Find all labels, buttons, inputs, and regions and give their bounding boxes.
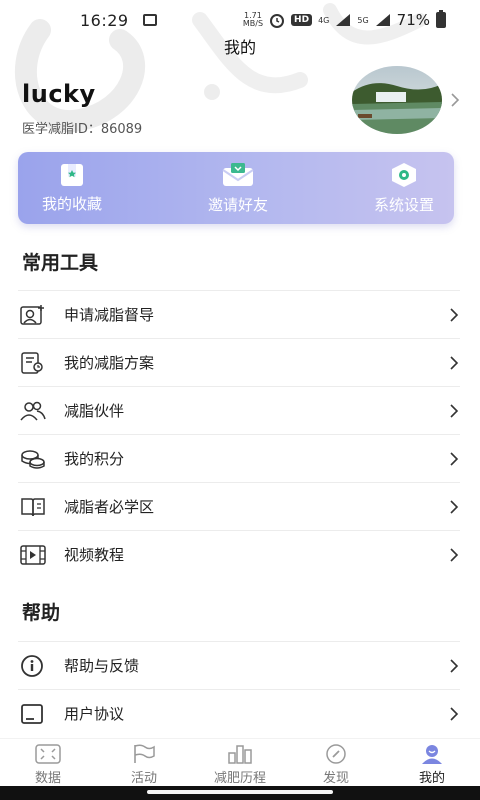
menu-item-label: 视频教程 <box>64 546 125 564</box>
signal-label-4g: 4G <box>318 15 330 25</box>
battery-icon <box>436 10 446 28</box>
network-speed-unit: MB/S <box>242 19 264 28</box>
menu-item-help-feedback[interactable]: 帮助与反馈 <box>18 641 460 689</box>
menu-item-label: 减脂者必学区 <box>64 498 155 516</box>
signal-icon-2 <box>375 14 390 26</box>
chevron-right-icon <box>450 706 459 721</box>
menu-item-label: 用户协议 <box>64 705 125 723</box>
tab-mine[interactable]: 我的 <box>384 739 480 786</box>
quick-action-label: 我的收藏 <box>42 194 103 213</box>
avatar[interactable] <box>352 66 442 134</box>
coins-icon <box>20 445 48 473</box>
menu-item-label: 我的减脂方案 <box>64 354 155 372</box>
quick-action-settings[interactable]: 系统设置 <box>374 162 434 215</box>
home-indicator[interactable] <box>147 790 333 794</box>
menu-item-points[interactable]: 我的积分 <box>18 434 460 482</box>
gallery-notification-icon <box>142 14 157 26</box>
chevron-right-icon <box>450 547 459 562</box>
chevron-right-icon <box>450 355 459 370</box>
flag-icon <box>134 744 155 763</box>
quick-action-favorites[interactable]: 我的收藏 <box>42 163 102 214</box>
menu-item-label: 减脂伙伴 <box>64 402 125 420</box>
quick-action-label: 邀请好友 <box>207 195 268 214</box>
user-icon <box>422 745 442 764</box>
network-speed: 1.71 MB/S <box>243 12 263 28</box>
bottom-tab-bar: 数据 活动 减肥历程 发现 我的 <box>0 738 480 786</box>
menu-item-fat-loss-plan[interactable]: 我的减脂方案 <box>18 338 460 386</box>
menu-item-partners[interactable]: 减脂伙伴 <box>18 386 460 434</box>
video-icon <box>20 541 48 569</box>
settings-hexagon-icon <box>391 162 416 187</box>
profile-id: 医学减脂ID：86089 <box>22 122 143 137</box>
invite-envelope-icon <box>222 162 254 186</box>
tools-menu-list: 申请减脂督导 我的减脂方案 减脂伙伴 我的积分 减脂者必学区 视频教程 <box>18 290 460 578</box>
page-title: 我的 <box>223 38 256 57</box>
tab-label: 发现 <box>322 771 349 786</box>
signal-label-5g: 5G <box>357 15 369 25</box>
quick-action-label: 系统设置 <box>373 195 434 214</box>
tab-activities[interactable]: 活动 <box>96 739 192 786</box>
tab-label: 数据 <box>34 771 61 786</box>
quick-action-invite[interactable]: 邀请好友 <box>208 162 268 215</box>
tab-journey[interactable]: 减肥历程 <box>192 739 288 786</box>
tab-discover[interactable]: 发现 <box>288 739 384 786</box>
menu-item-learning-zone[interactable]: 减脂者必学区 <box>18 482 460 530</box>
status-indicators: 1.71 MB/S HD 4G 5G 71% <box>243 10 446 29</box>
hd-badge: HD <box>291 14 313 26</box>
agreement-icon <box>20 700 48 728</box>
profile-name: lucky <box>22 80 96 108</box>
system-navigation-bar <box>0 786 480 800</box>
menu-item-label: 帮助与反馈 <box>64 657 140 675</box>
menu-item-apply-supervision[interactable]: 申请减脂督导 <box>18 290 460 338</box>
data-icon <box>35 744 61 764</box>
menu-item-label: 申请减脂督导 <box>64 306 155 324</box>
chevron-right-icon <box>450 307 459 322</box>
compass-icon <box>326 744 346 764</box>
battery-percent: 71% <box>396 11 430 29</box>
menu-item-user-agreement[interactable]: 用户协议 <box>18 689 460 737</box>
chevron-right-icon <box>450 499 459 514</box>
quick-actions-card: 我的收藏 邀请好友 系统设置 <box>18 152 454 224</box>
status-time: 16:29 <box>80 10 129 30</box>
menu-item-label: 我的积分 <box>64 450 125 468</box>
tab-label: 减肥历程 <box>213 771 266 786</box>
alarm-icon <box>270 14 285 28</box>
help-section-title: 帮助 <box>22 602 61 624</box>
bar-chart-icon <box>228 745 252 764</box>
plan-document-icon <box>20 349 48 377</box>
tools-section-title: 常用工具 <box>22 252 99 274</box>
book-icon <box>20 493 48 521</box>
tab-label: 我的 <box>418 771 445 786</box>
chevron-right-icon <box>450 658 459 673</box>
bookmark-icon <box>61 163 83 186</box>
profile-chevron-icon[interactable] <box>449 92 461 108</box>
signal-icon <box>336 14 351 26</box>
help-menu-list: 帮助与反馈 用户协议 <box>18 641 460 737</box>
avatar-image <box>352 66 442 134</box>
tab-data[interactable]: 数据 <box>0 739 96 786</box>
tab-label: 活动 <box>130 771 157 786</box>
chevron-right-icon <box>450 403 459 418</box>
chevron-right-icon <box>450 451 459 466</box>
menu-item-video-tutorials[interactable]: 视频教程 <box>18 530 460 578</box>
user-add-icon <box>20 301 48 329</box>
partners-icon <box>20 397 48 425</box>
info-icon <box>20 652 48 680</box>
